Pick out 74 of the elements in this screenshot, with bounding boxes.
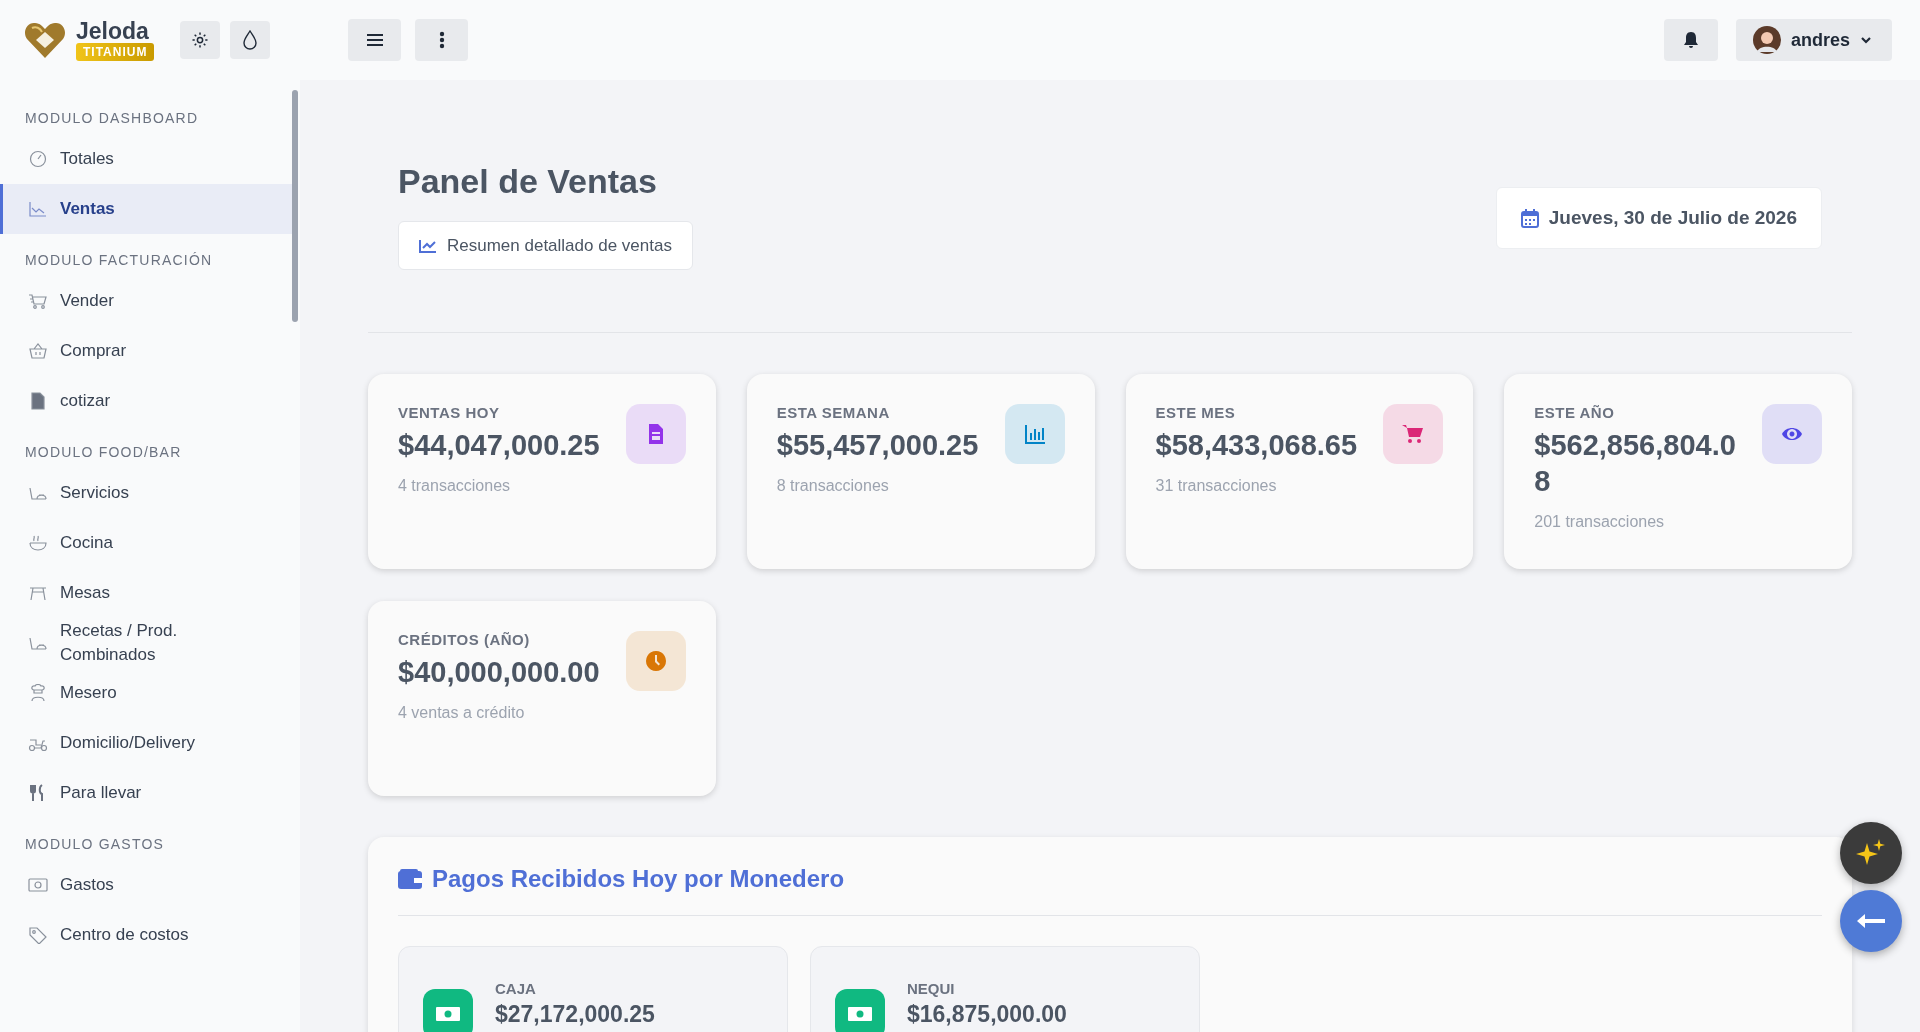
wallet-amount: $27,172,000.25: [495, 1001, 655, 1028]
trend-chart-icon: [419, 238, 437, 253]
stat-label: CRÉDITOS (AÑO): [398, 631, 531, 648]
chevron-down-icon: [1860, 36, 1872, 44]
stat-label: VENTAS HOY: [398, 404, 501, 421]
stat-note: 201 transacciones: [1534, 513, 1666, 531]
heart-logo-icon: [24, 20, 66, 60]
menu-button[interactable]: [348, 19, 401, 61]
assistant-button[interactable]: [1840, 822, 1902, 884]
more-vertical-icon: [438, 31, 445, 49]
brand-name: Jeloda: [76, 19, 149, 43]
sidebar-item[interactable]: Servicios: [0, 468, 294, 518]
stat-label: ESTE AÑO: [1534, 404, 1616, 421]
stat-note: 4 ventas a crédito: [398, 704, 526, 722]
sidebar-item[interactable]: cotizar: [0, 376, 294, 426]
wallet-label: CAJA: [495, 980, 537, 997]
stat-note: 8 transacciones: [776, 477, 890, 495]
sidebar-item[interactable]: Cocina: [0, 518, 294, 568]
arrow-left-icon: [1856, 913, 1886, 929]
stat-value: $562,856,804.08: [1534, 428, 1737, 499]
settings-button[interactable]: [180, 21, 221, 59]
settings-icon: [191, 31, 210, 49]
sidebar-item[interactable]: Comprar: [0, 326, 294, 376]
section-heading: MODULO DASHBOARD: [24, 109, 200, 128]
table-icon: [28, 584, 48, 602]
stat-value: $40,000,000.00: [398, 655, 601, 690]
stat-label: ESTA SEMANA: [776, 404, 891, 421]
sidebar-item[interactable]: Centro de costos: [0, 910, 294, 960]
sidebar-item[interactable]: Recetas / Prod. Combinados: [0, 618, 294, 668]
doc-icon: [28, 392, 48, 410]
avatar-icon: [1752, 26, 1781, 54]
wallet-icon: [398, 869, 422, 889]
page-title: Panel de Ventas: [398, 162, 658, 201]
calendar-icon: [1520, 208, 1539, 228]
sidebar-item[interactable]: Mesero: [0, 668, 294, 718]
sidebar-item[interactable]: Totales: [0, 134, 294, 184]
cash-icon: [28, 876, 48, 894]
sidebar-item[interactable]: Vender: [0, 276, 294, 326]
menu-icon: [366, 33, 383, 47]
back-button[interactable]: [1840, 890, 1902, 952]
gauge-icon: [28, 150, 48, 168]
section-heading: MODULO FOOD/BAR: [24, 443, 183, 462]
sidebar-item[interactable]: Para llevar: [0, 768, 294, 818]
basket-icon: [28, 342, 48, 360]
sidebar-item[interactable]: Mesas: [0, 568, 294, 618]
tier-badge: TITANIUM: [76, 43, 155, 61]
sidebar-item[interactable]: Ventas: [0, 184, 294, 234]
section-heading: MODULO FACTURACIÓN: [24, 251, 214, 270]
stat-value: $58,433,068.65: [1155, 428, 1359, 463]
wallet-amount: $16,875,000.00: [907, 1001, 1067, 1028]
stat-value: $55,457,000.25: [776, 428, 980, 463]
bowl-icon: [28, 534, 48, 552]
panel-title: Pagos Recibidos Hoy por Monedero: [432, 865, 845, 893]
chef-icon: [28, 684, 48, 702]
stat-note: 31 transacciones: [1155, 477, 1278, 495]
scrollbar[interactable]: [292, 90, 298, 322]
more-button[interactable]: [415, 19, 468, 61]
bell-icon: [1682, 31, 1699, 49]
tag-icon: [28, 926, 48, 944]
notifications-button[interactable]: [1663, 19, 1718, 61]
stat-label: ESTE MES: [1155, 404, 1237, 421]
droplet-icon: [242, 30, 259, 50]
summary-button[interactable]: Resumen detallado de ventas: [398, 221, 693, 270]
stat-note: 4 transacciones: [398, 477, 512, 495]
stat-value: $44,047,000.25: [398, 428, 601, 463]
user-menu-button[interactable]: andres: [1735, 19, 1892, 61]
sidebar-item[interactable]: Gastos: [0, 860, 294, 910]
cart-icon: [28, 292, 48, 310]
sidebar-item[interactable]: Domicilio/Delivery: [0, 718, 294, 768]
wallet-label: NEQUI: [907, 980, 956, 997]
chart-icon: [28, 200, 48, 218]
date-text: Jueves, 30 de Julio de 2026: [1548, 207, 1797, 229]
theme-button[interactable]: [230, 21, 271, 59]
section-heading: MODULO GASTOS: [24, 835, 166, 854]
